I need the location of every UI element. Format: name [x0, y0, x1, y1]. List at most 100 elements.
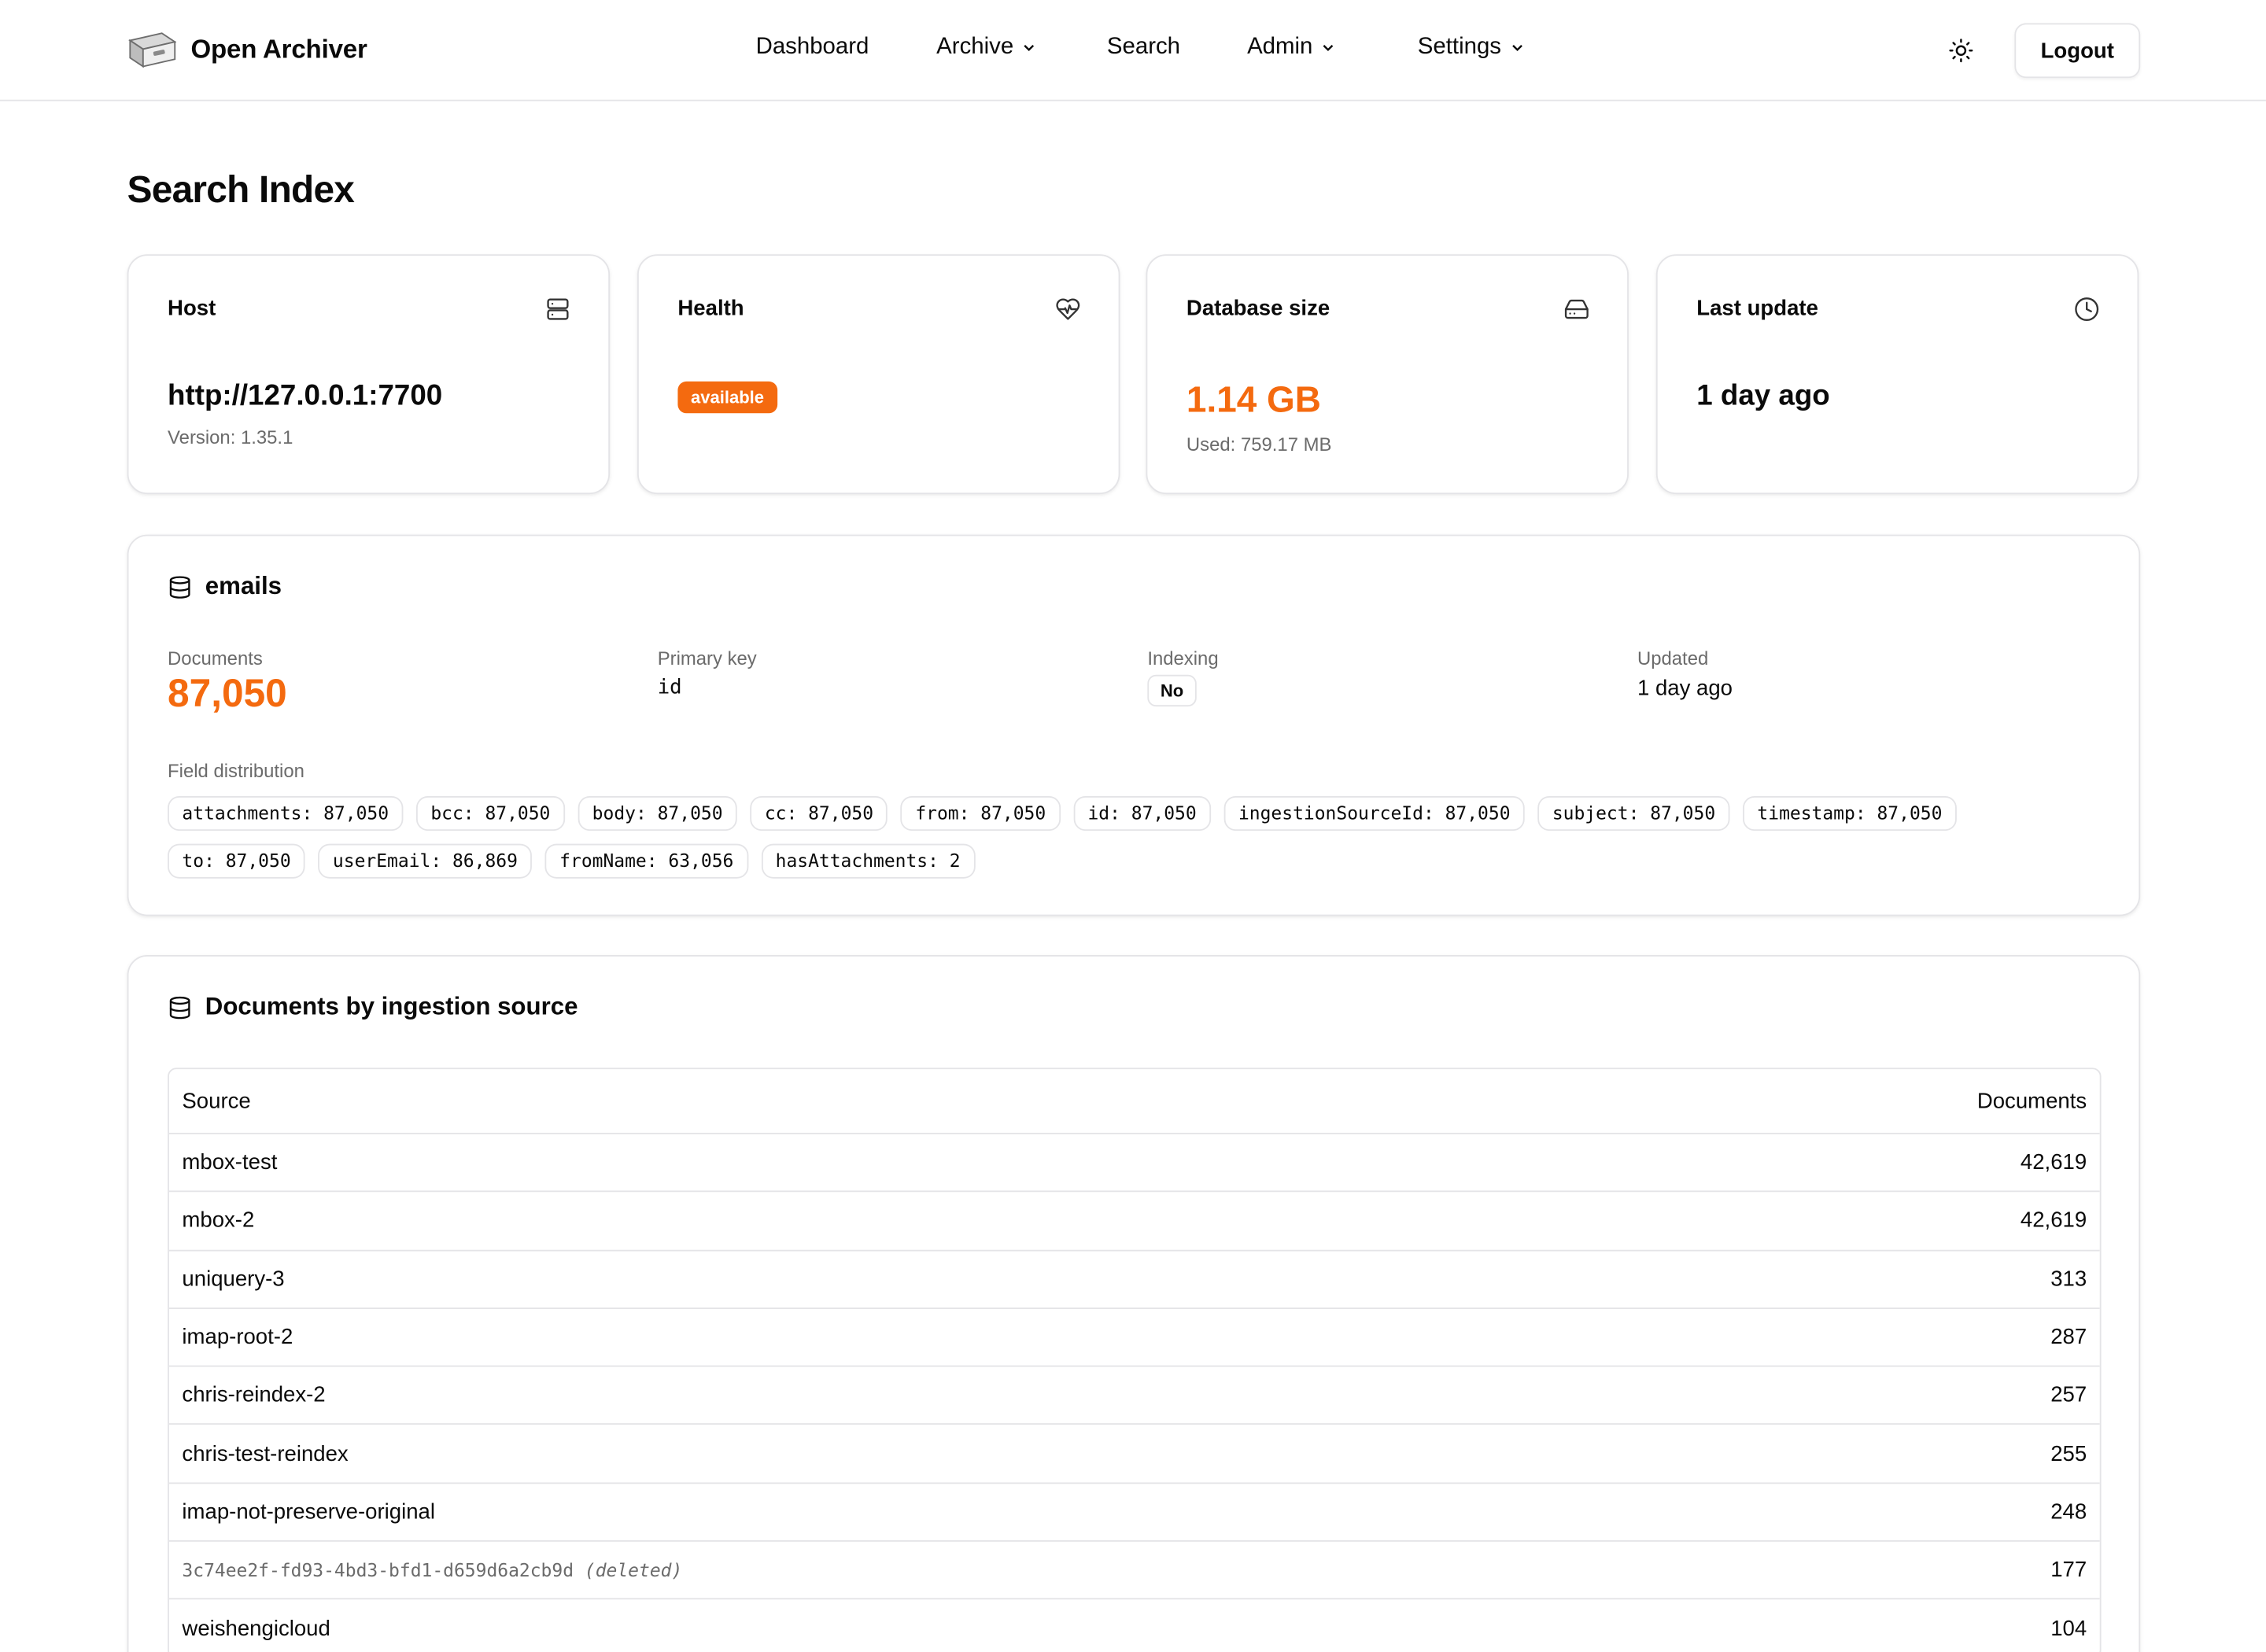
field-chip: from: 87,050	[900, 796, 1061, 832]
field-chip: to: 87,050	[168, 843, 306, 879]
deleted-source-id: 3c74ee2f-fd93-4bd3-bfd1-d659d6a2cb9d	[182, 1559, 574, 1581]
source-name: chris-reindex-2	[182, 1383, 326, 1408]
updated-stat: Updated 1 day ago	[1637, 647, 1733, 701]
table-row: 3c74ee2f-fd93-4bd3-bfd1-d659d6a2cb9d (de…	[168, 1540, 2100, 1599]
logout-button[interactable]: Logout	[2014, 23, 2141, 79]
index-name: emails	[205, 572, 282, 600]
primary-key-value: id	[657, 676, 682, 699]
ingestion-source-header: Documents by ingestion source	[168, 993, 578, 1022]
column-header-source: Source	[182, 1088, 251, 1114]
page-title: Search Index	[127, 168, 355, 212]
documents-label: Documents	[168, 647, 263, 669]
field-chip: bcc: 87,050	[415, 796, 565, 832]
nav-search-label: Search	[1106, 35, 1181, 60]
chevron-down-icon	[1024, 45, 1035, 52]
source-name: chris-test-reindex	[182, 1441, 349, 1466]
source-document-count: 248	[2050, 1499, 2087, 1525]
indexing-stat: Indexing No	[1147, 647, 1219, 707]
field-chip: attachments: 87,050	[168, 796, 404, 832]
clock-icon	[2075, 297, 2099, 321]
table-row: mbox-2 42,619	[168, 1190, 2100, 1249]
chevron-down-icon	[1323, 45, 1334, 52]
last-update-card: Last update 1 day ago	[1655, 254, 2139, 495]
chevron-down-icon	[1511, 45, 1522, 52]
health-label: Health	[677, 296, 744, 321]
table-row: imap-root-2 287	[168, 1307, 2100, 1366]
source-name: imap-root-2	[182, 1325, 293, 1350]
host-card: Host http://127.0.0.1:7700 Version: 1.35…	[127, 254, 611, 495]
field-chip: timestamp: 87,050	[1743, 796, 1957, 832]
nav-dashboard-label: Dashboard	[755, 35, 869, 60]
nav-settings[interactable]: Settings	[1418, 35, 1525, 61]
nav-archive[interactable]: Archive	[936, 35, 1036, 61]
documents-count: 87,050	[168, 672, 287, 716]
nav-archive-label: Archive	[936, 35, 1014, 60]
ingestion-source-card: Documents by ingestion source Source Doc…	[127, 955, 2141, 1652]
source-name: mbox-2	[182, 1208, 255, 1233]
nav-admin[interactable]: Admin	[1247, 35, 1336, 61]
column-header-documents: Documents	[1976, 1088, 2087, 1114]
nav-search[interactable]: Search	[1107, 35, 1180, 61]
field-chip: id: 87,050	[1073, 796, 1212, 832]
source-document-count: 104	[2050, 1616, 2087, 1641]
hard-drive-icon	[1564, 299, 1589, 319]
source-name: weishengicloud	[182, 1616, 330, 1641]
deleted-source-name: 3c74ee2f-fd93-4bd3-bfd1-d659d6a2cb9d (de…	[182, 1559, 682, 1581]
database-size-card: Database size 1.14 GB Used: 759.17 MB	[1146, 254, 1629, 495]
field-chip: fromName: 63,056	[544, 843, 748, 879]
source-name: imap-not-preserve-original	[182, 1499, 435, 1525]
field-chip: subject: 87,050	[1537, 796, 1730, 832]
health-card: Health available	[637, 254, 1120, 495]
table-row: chris-reindex-2 257	[168, 1366, 2100, 1424]
database-used-value: Used: 759.17 MB	[1186, 433, 1332, 455]
host-value: http://127.0.0.1:7700	[168, 380, 443, 412]
indexing-status-badge: No	[1147, 674, 1197, 707]
field-chip: cc: 87,050	[750, 796, 888, 832]
primary-key-label: Primary key	[657, 647, 757, 669]
database-icon	[169, 995, 190, 1019]
deleted-tag: (deleted)	[584, 1559, 683, 1581]
field-chip: body: 87,050	[578, 796, 737, 832]
table-row: weishengicloud 104	[168, 1599, 2100, 1652]
field-chip: ingestionSourceId: 87,050	[1223, 796, 1525, 832]
server-icon	[547, 298, 569, 320]
indexing-label: Indexing	[1147, 647, 1219, 669]
last-update-label: Last update	[1696, 296, 1818, 321]
sun-icon	[1949, 39, 1973, 63]
heart-pulse-icon	[1056, 298, 1080, 320]
table-row: uniquery-3 313	[168, 1248, 2100, 1307]
source-document-count: 255	[2050, 1441, 2087, 1466]
table-row: mbox-test 42,619	[168, 1132, 2100, 1191]
host-version: Version: 1.35.1	[168, 426, 293, 448]
nav-dashboard[interactable]: Dashboard	[756, 35, 869, 61]
database-size-value: 1.14 GB	[1186, 380, 1321, 421]
source-document-count: 257	[2050, 1383, 2087, 1408]
emails-index-header: emails	[168, 572, 282, 601]
ingestion-source-table: Source Documents mbox-test 42,619 mbox-2…	[168, 1068, 2102, 1652]
source-document-count: 42,619	[2020, 1150, 2087, 1175]
documents-stat: Documents 87,050	[168, 647, 287, 717]
field-distribution-list: attachments: 87,050 bcc: 87,050 body: 87…	[168, 796, 2104, 879]
last-update-value: 1 day ago	[1696, 380, 1830, 412]
table-header-row: Source Documents	[169, 1069, 2100, 1133]
field-chip: hasAttachments: 2	[761, 843, 975, 879]
host-label: Host	[168, 296, 216, 321]
field-distribution-label: Field distribution	[168, 760, 304, 782]
source-name: mbox-test	[182, 1150, 278, 1175]
source-document-count: 287	[2050, 1325, 2087, 1350]
source-document-count: 313	[2050, 1267, 2087, 1292]
field-chip: userEmail: 86,869	[318, 843, 533, 879]
source-name: uniquery-3	[182, 1267, 285, 1292]
source-document-count: 177	[2050, 1558, 2087, 1583]
table-row: chris-test-reindex 255	[168, 1424, 2100, 1482]
top-navigation-bar: Open Archiver Dashboard Archive Search A…	[0, 0, 2266, 101]
theme-toggle-button[interactable]	[1943, 31, 1980, 69]
emails-index-card: emails Documents 87,050 Primary key id I…	[127, 534, 2141, 916]
source-document-count: 42,619	[2020, 1208, 2087, 1233]
main-nav: Dashboard Archive Search Admin Settings	[0, 0, 2266, 101]
updated-value: 1 day ago	[1637, 676, 1733, 701]
primary-key-stat: Primary key id	[658, 647, 757, 699]
ingestion-source-title: Documents by ingestion source	[205, 992, 578, 1020]
nav-admin-label: Admin	[1247, 35, 1313, 60]
updated-label: Updated	[1637, 647, 1709, 669]
